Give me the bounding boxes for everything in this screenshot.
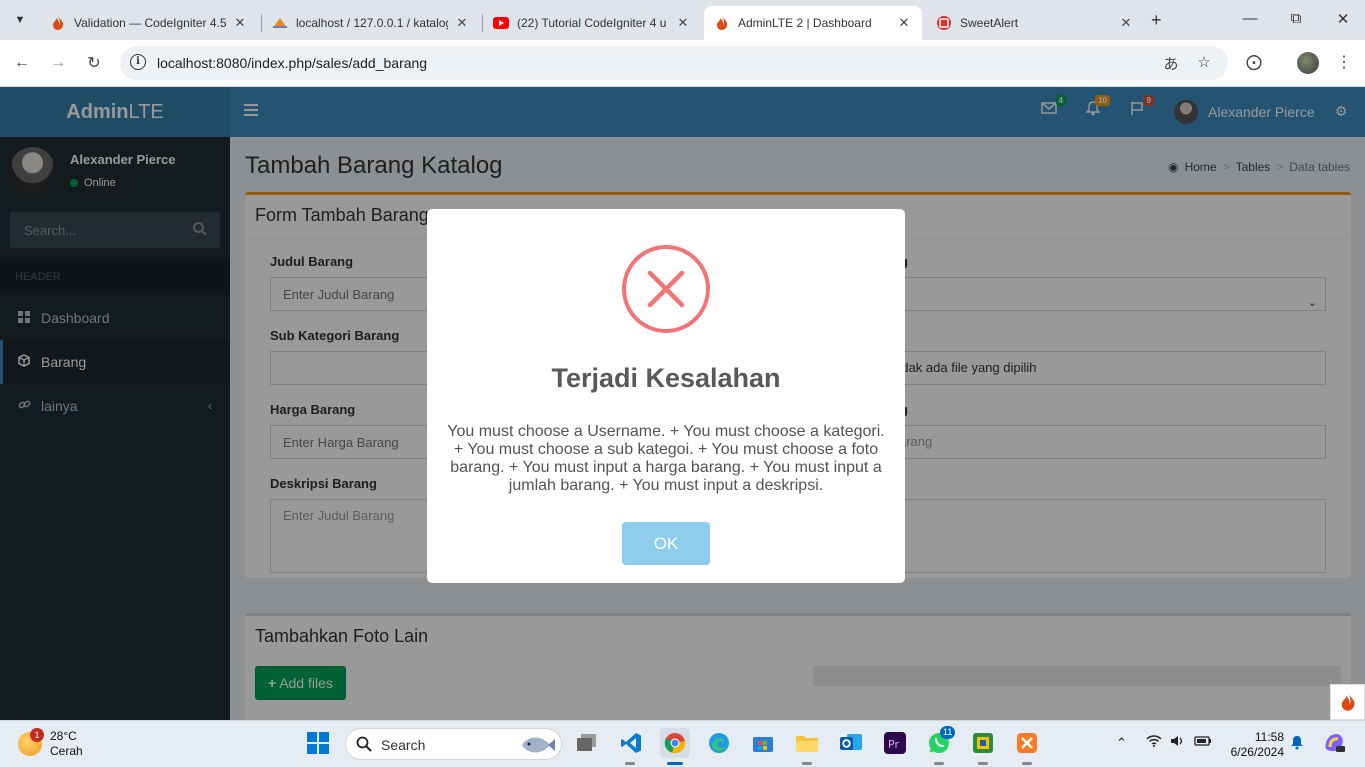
windows-taskbar: 1 28°C Cerah Search Pr 11 ⌃ 11:58 6/26/20…: [0, 720, 1365, 767]
tab-title: (22) Tutorial CodeIgniter 4 u: [517, 16, 667, 30]
codeigniter-icon: [714, 15, 730, 31]
taskbar-search[interactable]: Search: [345, 728, 562, 760]
copilot-icon[interactable]: [1322, 731, 1346, 758]
extensions-icon[interactable]: ⨀: [1243, 52, 1265, 74]
reload-icon[interactable]: ↻: [83, 52, 105, 74]
tab-title: Validation — CodeIgniter 4.5: [74, 16, 226, 30]
whatsapp-badge: 11: [940, 726, 956, 739]
taskbar-clock[interactable]: 11:58 6/26/2024: [1226, 730, 1284, 760]
search-highlight-fish-icon: [522, 737, 555, 753]
weather-sun-icon: 1: [18, 728, 44, 756]
clock-time: 11:58: [1254, 730, 1284, 744]
browser-tab[interactable]: (22) Tutorial CodeIgniter 4 u ✕: [483, 6, 701, 40]
codeigniter-debug-toolbar-icon[interactable]: [1330, 684, 1365, 720]
windows-start-icon[interactable]: [303, 728, 333, 758]
tab-close-icon[interactable]: ✕: [454, 15, 470, 31]
ok-button[interactable]: OK: [622, 522, 710, 565]
tab-close-icon[interactable]: ✕: [232, 15, 248, 31]
sweetalert-icon: [936, 15, 952, 31]
browser-tab[interactable]: localhost / 127.0.0.1 / katalog ✕: [262, 6, 480, 40]
browser-tab-strip: ▼ Validation — CodeIgniter 4.5 ✕ localho…: [0, 0, 1365, 40]
volume-icon[interactable]: [1170, 735, 1186, 750]
premiere-pro-icon[interactable]: Pr: [880, 728, 910, 758]
task-view-icon[interactable]: [572, 728, 602, 758]
browser-tab-active[interactable]: AdminLTE 2 | Dashboard ✕: [704, 6, 922, 40]
weather-desc: Cerah: [50, 744, 83, 758]
chrome-icon[interactable]: [660, 728, 690, 758]
microsoft-store-icon[interactable]: [748, 728, 778, 758]
running-indicator: [978, 762, 988, 765]
search-icon: [356, 736, 372, 752]
minimize-icon[interactable]: —: [1240, 10, 1260, 27]
dialog-title: Terjadi Kesalahan: [551, 363, 781, 393]
weather-badge: 1: [30, 728, 44, 742]
tray-overflow-chevron-icon[interactable]: ⌃: [1116, 735, 1127, 751]
edge-icon[interactable]: [704, 728, 734, 758]
clock-date: 6/26/2024: [1230, 745, 1284, 759]
tab-title: localhost / 127.0.0.1 / katalog: [296, 16, 448, 30]
codeigniter-icon: [50, 15, 66, 31]
new-tab-button[interactable]: +: [1151, 10, 1162, 31]
error-dialog: Terjadi Kesalahan You must choose a User…: [427, 209, 905, 583]
tab-close-icon[interactable]: ✕: [1118, 15, 1134, 31]
outlook-new-icon[interactable]: [836, 728, 866, 758]
weather-widget[interactable]: 1 28°C Cerah: [18, 728, 83, 759]
xampp-icon[interactable]: [1012, 728, 1042, 758]
error-icon: [622, 245, 710, 333]
battery-icon[interactable]: [1194, 735, 1212, 750]
browser-tab[interactable]: Validation — CodeIgniter 4.5 ✕: [40, 6, 258, 40]
tab-search-chevron-icon[interactable]: ▼: [8, 8, 32, 32]
bookmark-star-icon[interactable]: ☆: [1194, 53, 1214, 73]
window-close-icon[interactable]: ✕: [1333, 10, 1353, 28]
phpmyadmin-icon: [272, 15, 288, 31]
forward-icon[interactable]: →: [47, 52, 69, 74]
browser-toolbar: ← → ↻ i localhost:8080/index.php/sales/a…: [0, 40, 1365, 87]
translate-icon[interactable]: あ: [1161, 53, 1181, 73]
vscode-icon[interactable]: [616, 728, 646, 758]
whatsapp-icon[interactable]: 11: [924, 726, 956, 758]
restore-icon[interactable]: ⧉: [1286, 10, 1306, 27]
svg-text:Pr: Pr: [888, 738, 899, 751]
wifi-icon[interactable]: [1146, 735, 1162, 750]
profile-avatar[interactable]: [1297, 52, 1319, 74]
running-indicator: [934, 762, 944, 765]
running-indicator: [802, 762, 812, 765]
running-indicator: [1022, 762, 1032, 765]
tab-title: SweetAlert: [960, 16, 1019, 30]
tab-close-icon[interactable]: ✕: [675, 15, 691, 31]
camtasia-icon[interactable]: [968, 728, 998, 758]
running-indicator-active: [667, 762, 683, 765]
browser-tab[interactable]: SweetAlert ✕: [926, 6, 1144, 40]
site-info-icon[interactable]: i: [130, 54, 146, 70]
tab-close-icon[interactable]: ✕: [896, 15, 912, 31]
browser-menu-icon[interactable]: ⋮: [1333, 52, 1355, 74]
weather-temp: 28°C: [50, 729, 77, 743]
dialog-message: You must choose a Username. + You must c…: [447, 423, 885, 494]
running-indicator: [625, 762, 635, 765]
url-text[interactable]: localhost:8080/index.php/sales/add_baran…: [157, 55, 427, 71]
tab-title: AdminLTE 2 | Dashboard: [738, 16, 872, 30]
file-explorer-icon[interactable]: [792, 728, 822, 758]
back-icon[interactable]: ←: [11, 52, 33, 74]
youtube-icon: [493, 15, 509, 31]
notification-bell-icon[interactable]: [1290, 735, 1304, 753]
taskbar-search-label: Search: [381, 737, 426, 753]
address-bar[interactable]: i localhost:8080/index.php/sales/add_bar…: [120, 46, 1228, 80]
